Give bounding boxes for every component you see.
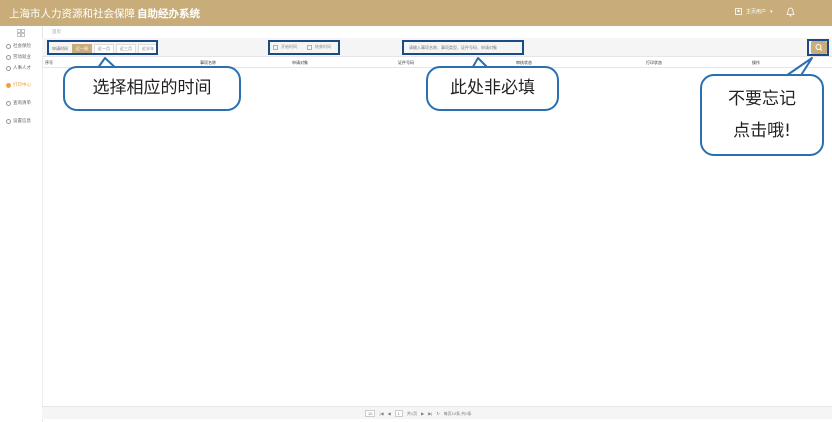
annotation-arrows (94, 57, 813, 81)
callout-select-time: 选择相应的时间 (63, 66, 241, 111)
callout-optional: 此处非必填 (426, 66, 559, 111)
callout-dont-forget: 不要忘记 点击哦! (700, 74, 824, 156)
